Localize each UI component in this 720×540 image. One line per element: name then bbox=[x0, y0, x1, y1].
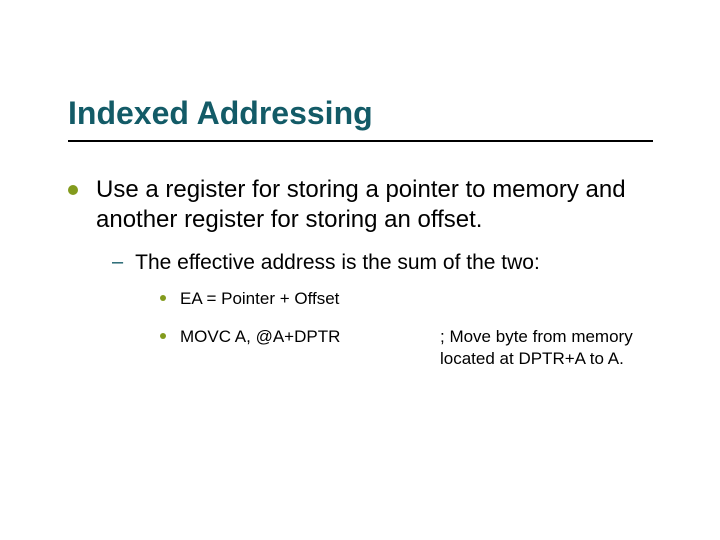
bullet-level2-text: The effective address is the sum of the … bbox=[135, 249, 540, 276]
bullet-level3-example: MOVC A, @A+DPTR ; Move byte from memory … bbox=[160, 326, 658, 370]
bullet-dot-icon bbox=[160, 333, 166, 339]
bullet-dot-icon bbox=[68, 185, 78, 195]
slide: Indexed Addressing Use a register for st… bbox=[0, 0, 720, 540]
slide-body: Use a register for storing a pointer to … bbox=[68, 175, 658, 387]
bullet-level1: Use a register for storing a pointer to … bbox=[68, 175, 658, 235]
bullet-level1-text: Use a register for storing a pointer to … bbox=[96, 175, 658, 235]
bullet-level3-formula-text: EA = Pointer + Offset bbox=[180, 288, 339, 310]
bullet-level3-example-text: MOVC A, @A+DPTR ; Move byte from memory … bbox=[180, 326, 655, 370]
dash-icon: – bbox=[112, 249, 123, 275]
example-instruction: MOVC A, @A+DPTR bbox=[180, 326, 440, 370]
slide-title: Indexed Addressing bbox=[68, 95, 373, 132]
bullet-level3-formula: EA = Pointer + Offset bbox=[160, 288, 658, 310]
example-comment: ; Move byte from memory located at DPTR+… bbox=[440, 326, 655, 370]
title-underline bbox=[68, 140, 653, 142]
bullet-level2: – The effective address is the sum of th… bbox=[112, 249, 658, 276]
bullet-dot-icon bbox=[160, 295, 166, 301]
